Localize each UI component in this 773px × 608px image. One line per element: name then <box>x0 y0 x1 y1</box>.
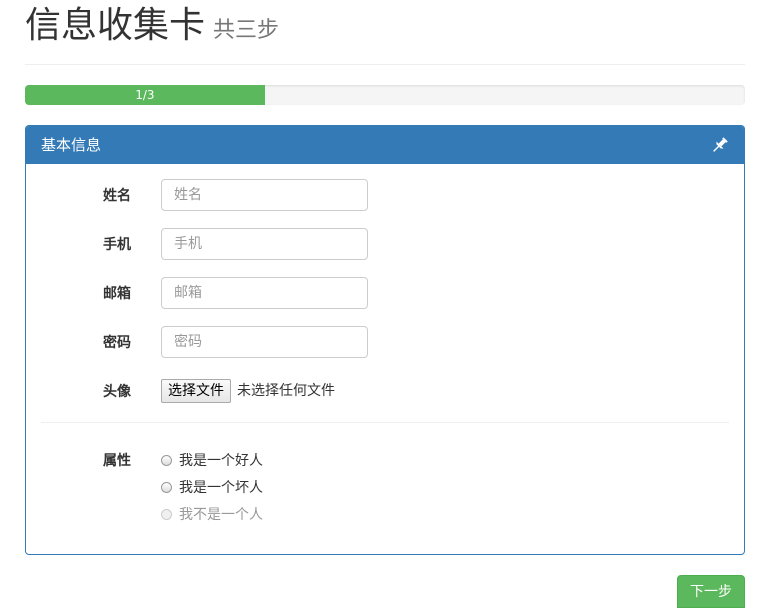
progress-track: 1/3 <box>25 85 745 105</box>
panel-heading: 基本信息 <box>26 126 744 164</box>
file-status-text: 未选择任何文件 <box>237 383 335 399</box>
name-input[interactable] <box>161 179 368 211</box>
radio-label: 我是一个坏人 <box>179 480 263 496</box>
title-text: 信息收集卡 <box>25 5 206 46</box>
pin-icon[interactable] <box>710 135 730 155</box>
page: 信息收集卡共三步 1/3 基本信息 姓名 手机 邮箱 <box>0 0 773 608</box>
name-row: 姓名 <box>26 179 744 213</box>
email-label: 邮箱 <box>103 286 131 302</box>
password-row: 密码 <box>26 326 744 360</box>
radio-circle-icon <box>161 509 172 520</box>
choose-file-button[interactable]: 选择文件 <box>161 379 231 403</box>
email-input[interactable] <box>161 277 368 309</box>
name-label: 姓名 <box>103 188 131 204</box>
basic-info-panel: 基本信息 姓名 手机 邮箱 密码 <box>25 125 745 555</box>
panel-title: 基本信息 <box>41 136 102 154</box>
radio-option-good[interactable]: 我是一个好人 <box>161 451 263 471</box>
avatar-label: 头像 <box>103 384 131 400</box>
phone-input[interactable] <box>161 228 368 260</box>
progress-bar: 1/3 <box>25 85 265 105</box>
phone-label: 手机 <box>103 237 131 253</box>
radio-option-bad[interactable]: 我是一个坏人 <box>161 478 263 498</box>
email-row: 邮箱 <box>26 277 744 311</box>
radio-label: 我是一个好人 <box>179 453 263 469</box>
avatar-row: 头像 选择文件 未选择任何文件 <box>26 375 744 409</box>
radio-label: 我不是一个人 <box>179 507 263 523</box>
password-input[interactable] <box>161 326 368 358</box>
page-subtitle: 共三步 <box>213 18 280 43</box>
radio-option-not-human: 我不是一个人 <box>161 505 263 525</box>
attribute-label: 属性 <box>103 453 131 469</box>
form-divider <box>41 422 729 423</box>
phone-row: 手机 <box>26 228 744 262</box>
radio-circle-icon[interactable] <box>161 482 172 493</box>
next-step-button[interactable]: 下一步 <box>677 575 745 608</box>
page-header: 信息收集卡 共三步 <box>25 2 745 65</box>
attribute-row: 属性 <box>26 444 744 478</box>
page-title: 信息收集卡 共三步 <box>25 2 279 55</box>
password-label: 密码 <box>103 335 131 351</box>
radio-circle-icon[interactable] <box>161 455 172 466</box>
